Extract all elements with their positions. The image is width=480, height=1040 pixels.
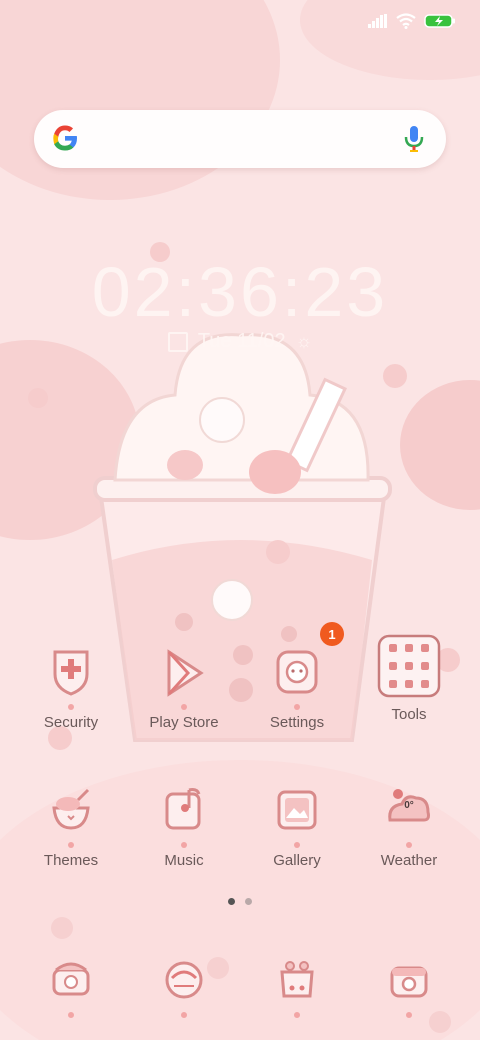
app-gallery[interactable]: Gallery <box>242 782 352 869</box>
app-label: Weather <box>380 852 438 869</box>
app-label: Themes <box>43 852 99 869</box>
app-themes[interactable]: Themes <box>16 782 126 869</box>
app-label: Gallery <box>273 852 321 869</box>
music-icon <box>165 788 201 830</box>
phone-icon <box>52 962 90 996</box>
google-g-icon <box>53 125 77 151</box>
app-weather[interactable]: 0° Weather <box>354 782 464 869</box>
clock-date-row[interactable]: Tue 11/02 ☼ <box>0 330 480 353</box>
dock-camera[interactable] <box>354 952 464 1018</box>
clock-time[interactable]: 02:36:23 <box>0 252 480 332</box>
gear-icon <box>276 650 318 694</box>
themes-icon <box>52 788 90 830</box>
app-label: Music <box>164 852 204 869</box>
camera-icon <box>390 966 428 998</box>
app-label: Security <box>43 714 99 731</box>
messages-icon <box>165 961 203 999</box>
notification-badge: 1 <box>320 622 344 646</box>
signal-icon <box>368 14 387 28</box>
sun-icon: ☼ <box>295 331 313 351</box>
app-settings[interactable]: 1 Settings <box>242 622 352 731</box>
shield-icon <box>53 650 89 696</box>
play-store-icon <box>167 649 204 697</box>
tools-folder-icon <box>377 634 441 698</box>
status-bar <box>368 8 456 34</box>
app-play-store[interactable]: Play Store <box>129 644 239 731</box>
browser-icon <box>280 961 314 998</box>
weather-temp: 0° <box>404 800 414 811</box>
clock-date: Tue 11/02 <box>197 330 286 352</box>
battery-charging-icon <box>424 14 455 28</box>
wifi-icon <box>396 13 416 29</box>
page-dot <box>245 898 252 905</box>
gallery-icon <box>277 790 317 830</box>
page-dot-active <box>228 898 235 905</box>
calendar-icon <box>167 331 188 352</box>
folder-tools[interactable]: Tools <box>354 634 464 723</box>
app-label: Play Store <box>149 714 219 731</box>
page-indicator[interactable] <box>0 898 480 905</box>
app-label: Tools <box>391 706 427 723</box>
app-security[interactable]: Security <box>16 644 126 731</box>
weather-icon <box>388 789 430 822</box>
dock-browser[interactable] <box>242 952 352 1018</box>
dock-phone[interactable] <box>16 952 126 1018</box>
dock-messages[interactable] <box>129 952 239 1018</box>
app-music[interactable]: Music <box>129 782 239 869</box>
microphone-icon[interactable] <box>404 124 424 154</box>
app-label: Settings <box>269 714 325 731</box>
search-bar[interactable] <box>34 110 446 168</box>
